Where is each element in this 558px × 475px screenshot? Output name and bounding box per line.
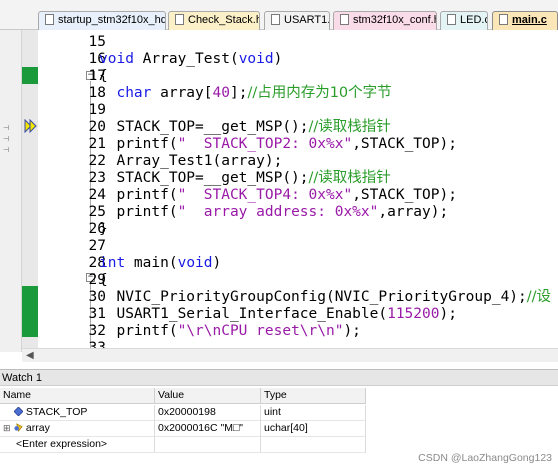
column-header-value[interactable]: Value xyxy=(155,388,261,404)
tab-usart1[interactable]: USART1.h xyxy=(264,11,330,30)
pin-icon[interactable]: ⊣ xyxy=(3,125,11,132)
file-icon xyxy=(45,14,54,25)
line-number: 15 xyxy=(88,34,106,50)
tab-led[interactable]: LED.c xyxy=(440,11,488,30)
enter-expression-field[interactable]: <Enter expression> xyxy=(0,437,155,453)
code-editor[interactable]: − − 15 16 17 18 19 20 21 22 23 24 25 26 … xyxy=(22,30,558,348)
watch-row-type xyxy=(261,437,366,453)
file-icon xyxy=(175,14,184,25)
watch-row-type: uint xyxy=(261,405,366,421)
watch-row-name[interactable]: ⊞ array xyxy=(0,421,155,437)
code-line[interactable]: } xyxy=(99,221,108,238)
code-line[interactable]: printf("\r\nCPU reset\r\n"); xyxy=(99,323,360,340)
watch-row-value[interactable]: 0x2000016C "M□" xyxy=(155,421,261,437)
column-header-name[interactable]: Name xyxy=(0,388,155,404)
watch-row-type: uchar[40] xyxy=(261,421,366,437)
horizontal-scrollbar[interactable]: ◀ xyxy=(22,348,558,362)
variable-icon xyxy=(13,407,23,416)
tab-main[interactable]: main.c xyxy=(492,11,558,30)
code-line[interactable]: STACK_TOP=__get_MSP();//读取栈指针 xyxy=(99,119,390,136)
code-line[interactable]: char array[40];//占用内存为10个字节 xyxy=(99,85,391,102)
tab-check-stack[interactable]: Check_Stack.h xyxy=(168,11,260,30)
tab-label: startup_stm32f10x_hd.s xyxy=(58,14,166,26)
code-line[interactable]: int main(void) xyxy=(99,255,221,272)
tab-stm32-conf[interactable]: stm32f10x_conf.h xyxy=(333,11,437,30)
watch-row-value[interactable] xyxy=(155,437,261,453)
file-icon xyxy=(447,14,456,25)
pin-icon[interactable]: ⊣ xyxy=(3,136,11,143)
tab-label: USART1.h xyxy=(284,14,330,26)
code-line[interactable]: void Array_Test(void) xyxy=(99,51,282,68)
tab-label: stm32f10x_conf.h xyxy=(353,14,437,26)
breakpoint-marker[interactable] xyxy=(22,320,38,337)
expand-icon[interactable]: ⊞ xyxy=(3,421,11,436)
line-number: 27 xyxy=(88,238,106,254)
tab-startup[interactable]: startup_stm32f10x_hd.s xyxy=(38,11,166,30)
file-icon xyxy=(499,14,508,25)
code-line[interactable]: printf(" STACK_TOP2: 0x%x",STACK_TOP); xyxy=(99,136,457,153)
code-line[interactable]: NVIC_PriorityGroupConfig(NVIC_PriorityGr… xyxy=(99,289,551,306)
code-line[interactable]: USART1_Serial_Interface_Enable(115200); xyxy=(99,306,457,323)
code-line[interactable]: { xyxy=(99,68,108,85)
tab-label: main.c xyxy=(512,14,547,26)
breakpoint-marker[interactable] xyxy=(22,286,38,303)
editor-tab-bar: startup_stm32f10x_hd.s Check_Stack.h USA… xyxy=(0,0,558,30)
watch-panel-title: Watch 1 xyxy=(0,369,558,386)
code-line[interactable]: printf(" array address: 0x%x",array); xyxy=(99,204,448,221)
watch-row-name[interactable]: STACK_TOP xyxy=(0,405,155,421)
code-line[interactable]: STACK_TOP=__get_MSP();//读取栈指针 xyxy=(99,170,390,187)
breakpoint-marker[interactable] xyxy=(22,67,38,84)
watch-row-value[interactable]: 0x20000198 xyxy=(155,405,261,421)
breakpoint-marker[interactable] xyxy=(22,303,38,320)
code-line[interactable]: Array_Test1(array); xyxy=(99,153,282,170)
file-icon xyxy=(271,14,280,25)
pin-icon[interactable]: ⊣ xyxy=(3,147,11,154)
code-line[interactable]: printf(" STACK_TOP4: 0x%x",STACK_TOP); xyxy=(99,187,457,204)
left-dock-gutter: ⊣ ⊣ ⊣ xyxy=(0,30,22,352)
array-icon xyxy=(14,423,23,432)
column-header-type[interactable]: Type xyxy=(261,388,366,404)
watermark: CSDN @LaoZhangGong123 xyxy=(418,452,552,464)
tab-label: Check_Stack.h xyxy=(188,14,260,26)
file-icon xyxy=(340,14,349,25)
line-number: 33 xyxy=(88,340,106,348)
tab-label: LED.c xyxy=(460,14,488,26)
line-number: 19 xyxy=(88,102,106,118)
current-line-arrow-icon xyxy=(24,119,37,133)
scroll-left-icon[interactable]: ◀ xyxy=(26,350,34,361)
code-line[interactable]: { xyxy=(99,272,108,289)
